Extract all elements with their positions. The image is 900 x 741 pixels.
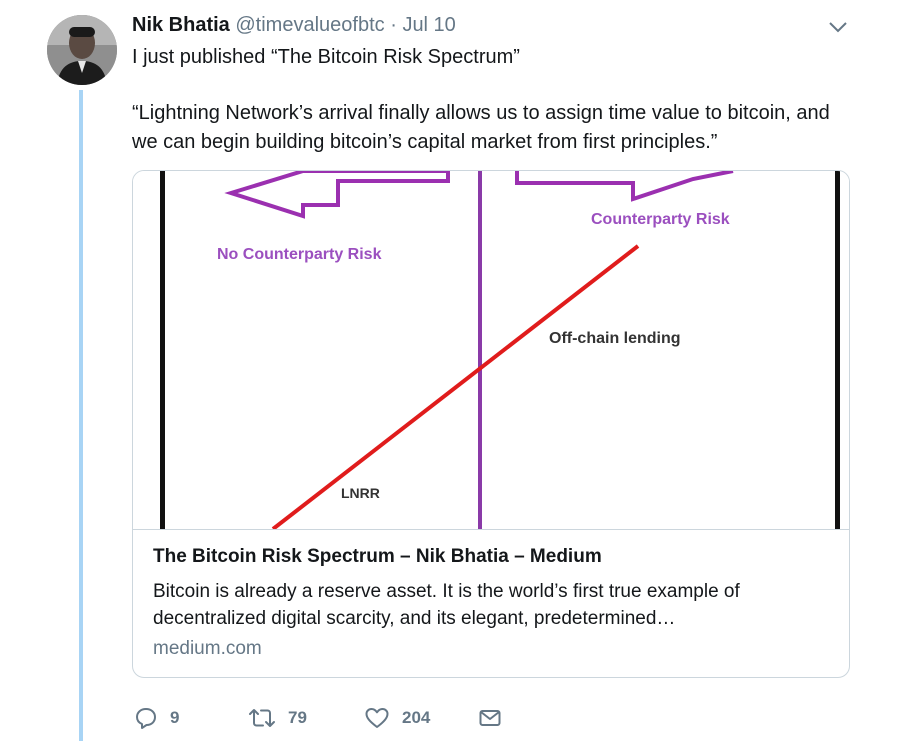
card-description: Bitcoin is already a reserve asset. It i… xyxy=(153,578,843,632)
reply-icon xyxy=(134,706,158,730)
avatar[interactable] xyxy=(47,15,117,85)
retweet-icon xyxy=(248,706,276,730)
tweet-header: Nik Bhatia @timevalueofbtc · Jul 10 xyxy=(132,14,840,40)
envelope-icon xyxy=(478,706,502,730)
card-description-line: decentralized digital scarcity, and its … xyxy=(153,608,676,629)
retweet-count: 79 xyxy=(288,708,307,727)
right-border-bar xyxy=(835,171,840,529)
label-counterparty: Counterparty Risk xyxy=(591,211,730,228)
card-image: No Counterparty Risk Counterparty Risk O… xyxy=(133,171,849,531)
left-arrow-shape xyxy=(224,171,450,219)
link-card[interactable]: No Counterparty Risk Counterparty Risk O… xyxy=(132,170,850,678)
card-title: The Bitcoin Risk Spectrum – Nik Bhatia –… xyxy=(153,546,602,567)
tweet-date[interactable]: Jul 10 xyxy=(402,14,455,36)
card-domain: medium.com xyxy=(153,638,262,659)
risk-line xyxy=(271,244,640,531)
tweet-actions: 9 79 204 xyxy=(132,700,732,736)
label-off-chain: Off-chain lending xyxy=(549,330,681,347)
like-count: 204 xyxy=(402,708,431,727)
separator-dot: · xyxy=(390,14,397,36)
card-body: The Bitcoin Risk Spectrum – Nik Bhatia –… xyxy=(133,529,849,677)
author-handle[interactable]: @timevalueofbtc xyxy=(235,14,384,36)
quote-line: we can begin building bitcoin’s capital … xyxy=(132,131,718,153)
card-description-line: Bitcoin is already a reserve asset. It i… xyxy=(153,581,740,602)
avatar-image xyxy=(47,15,117,85)
label-lnrr: LNRR xyxy=(341,485,380,501)
like-button[interactable]: 204 xyxy=(364,700,430,736)
retweet-button[interactable]: 79 xyxy=(248,700,307,736)
reply-count: 9 xyxy=(170,708,180,727)
heart-icon xyxy=(364,706,390,730)
right-arrow-shape xyxy=(515,171,734,202)
tweet-text: I just published “The Bitcoin Risk Spect… xyxy=(132,46,520,68)
author-name[interactable]: Nik Bhatia xyxy=(132,14,230,36)
quote-line: “Lightning Network’s arrival finally all… xyxy=(132,102,830,124)
label-no-counterparty: No Counterparty Risk xyxy=(217,246,382,263)
direct-message-button[interactable] xyxy=(478,700,502,736)
tweet-quote: “Lightning Network’s arrival finally all… xyxy=(132,99,862,157)
reply-button[interactable]: 9 xyxy=(134,700,179,736)
thread-line xyxy=(79,90,83,741)
center-divider xyxy=(478,171,482,529)
left-border-bar xyxy=(160,171,165,529)
chevron-down-icon[interactable] xyxy=(828,20,848,34)
risk-spectrum-diagram: No Counterparty Risk Counterparty Risk O… xyxy=(160,171,840,531)
